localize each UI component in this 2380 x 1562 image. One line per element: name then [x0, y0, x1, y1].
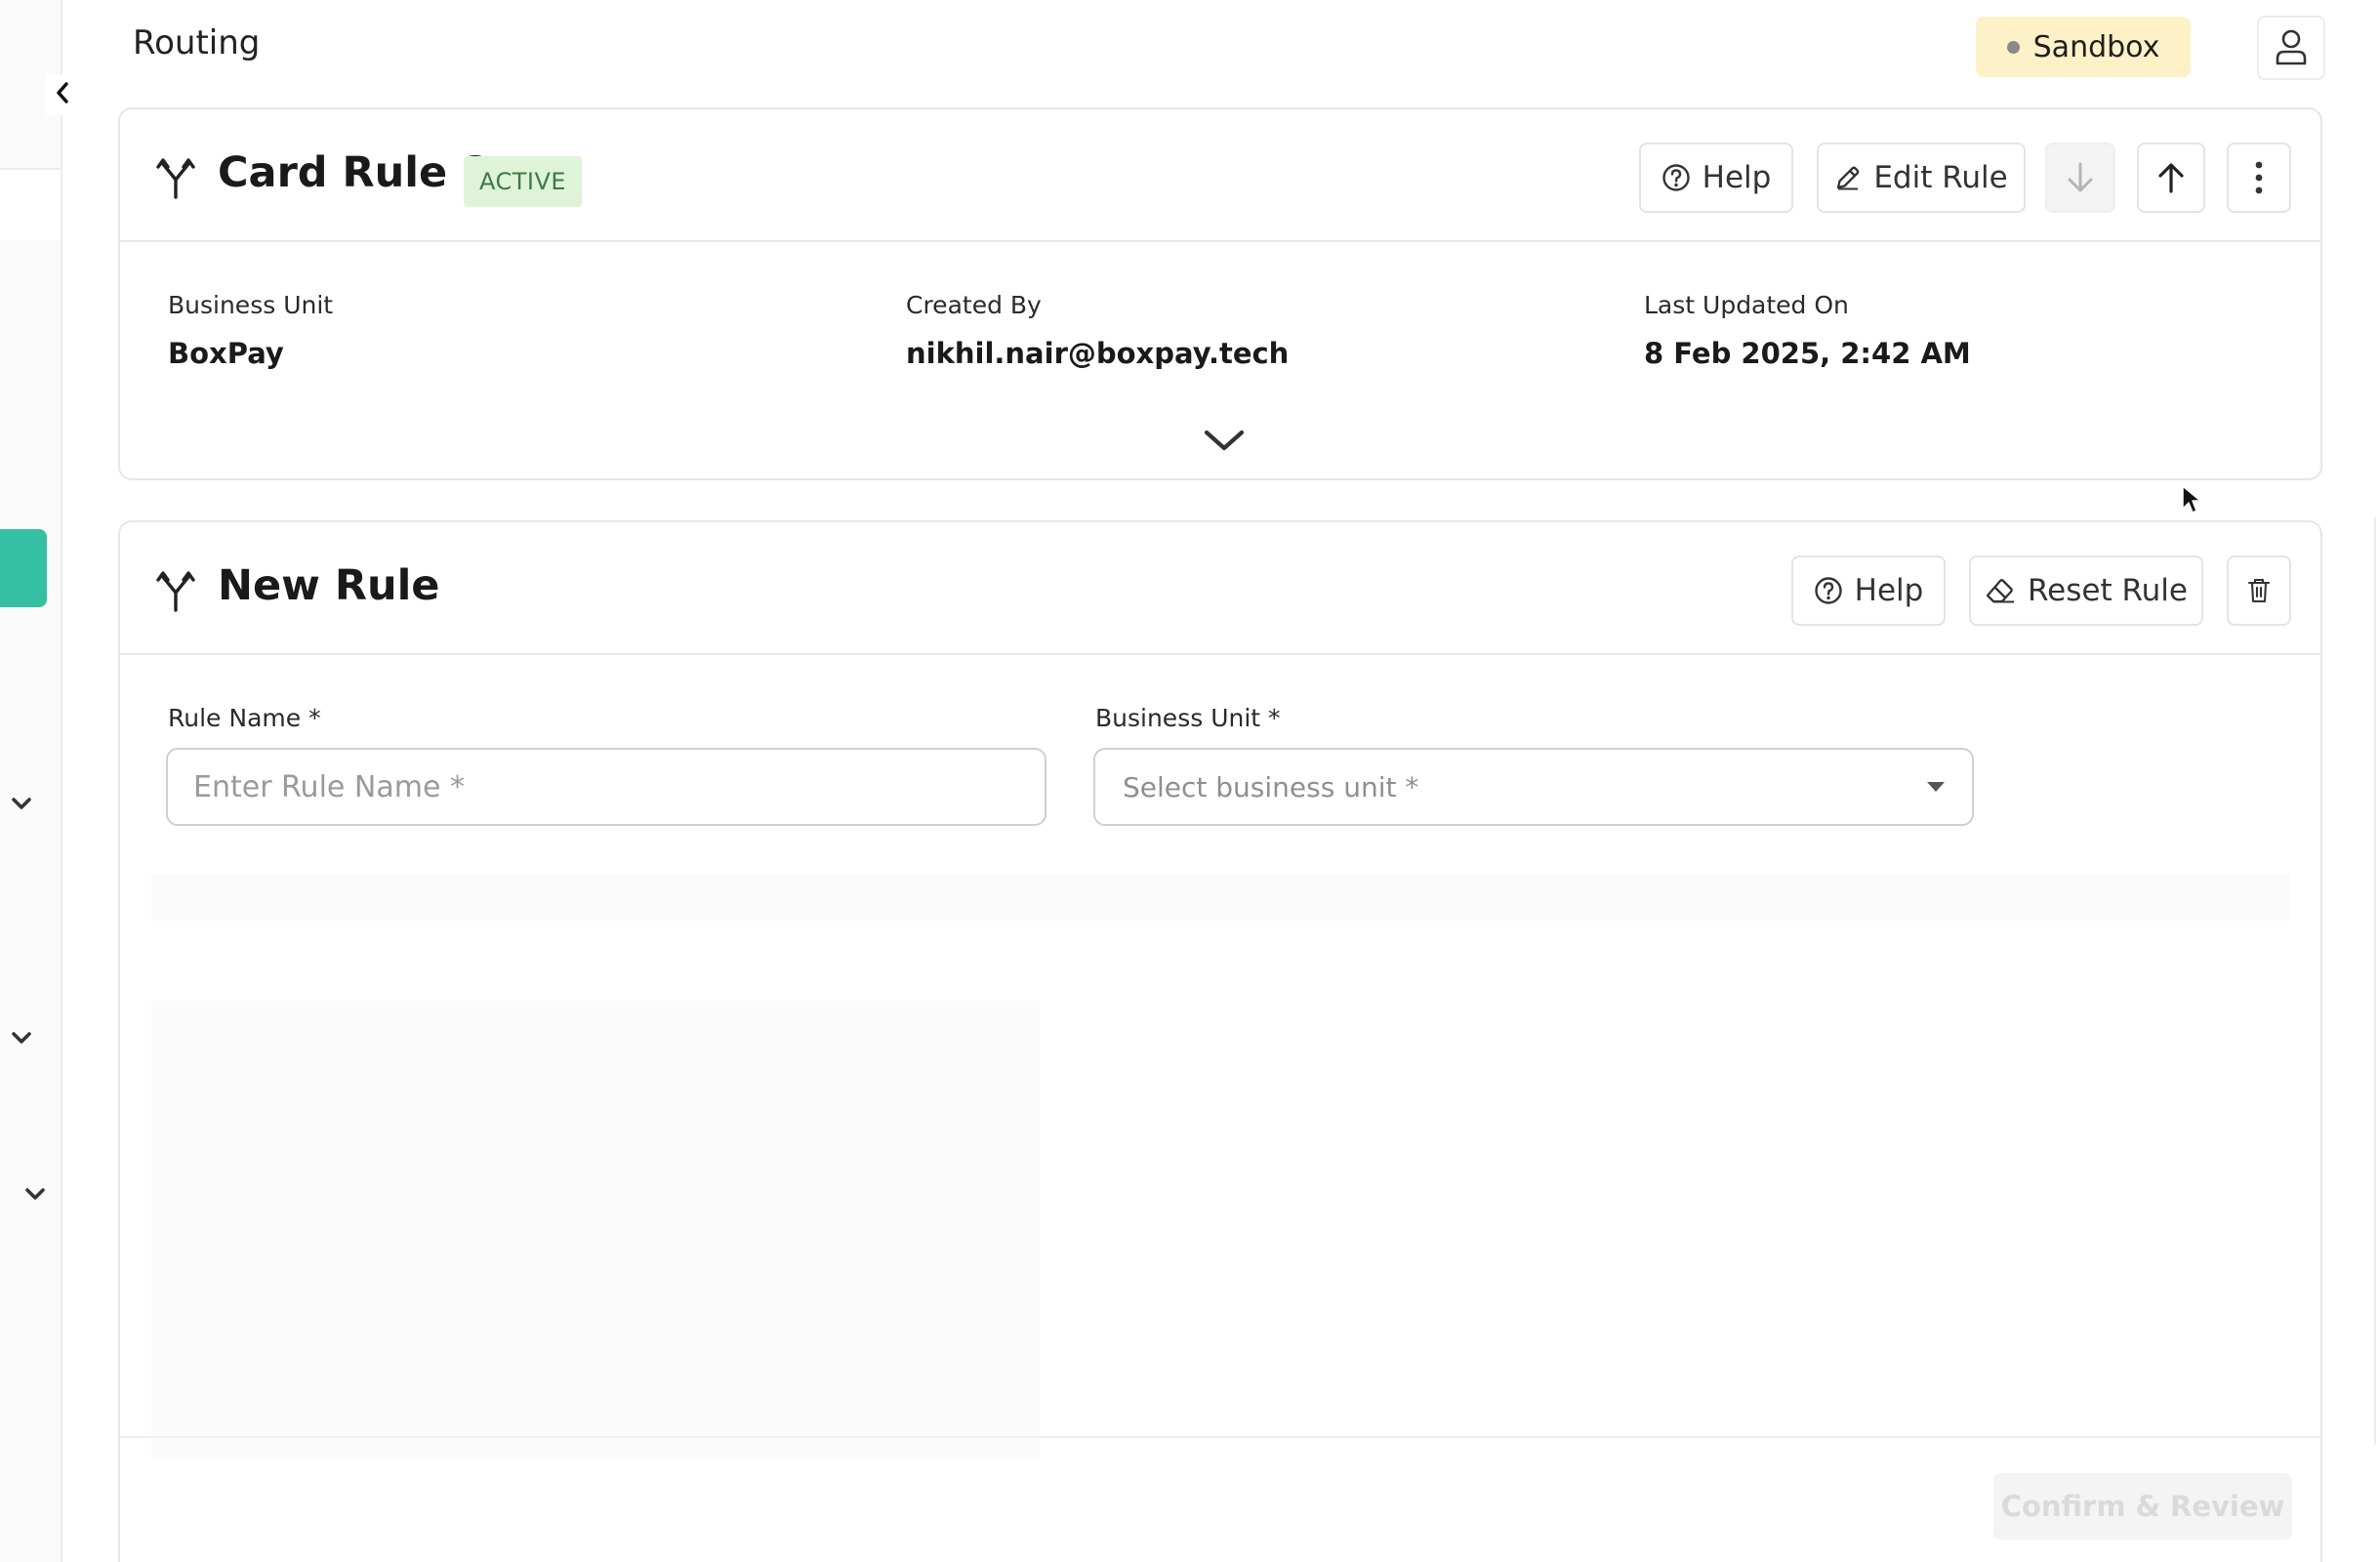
help-button[interactable]: Help — [1791, 555, 1946, 626]
meta-created-by-label: Created By — [906, 291, 1042, 319]
sidebar-collapse-button[interactable] — [45, 74, 80, 115]
question-circle-icon — [1662, 163, 1691, 192]
skeleton-block — [151, 1001, 1040, 1459]
chevron-down-icon — [1203, 428, 1246, 456]
user-profile-button[interactable] — [2257, 16, 2325, 80]
delete-rule-button[interactable] — [2227, 555, 2291, 626]
arrow-down-icon — [2066, 161, 2095, 194]
user-icon — [2275, 28, 2308, 68]
meta-created-by-value: nikhil.nair@boxpay.tech — [906, 337, 1290, 370]
arrow-up-icon — [2156, 161, 2186, 194]
footer-divider — [120, 1436, 2320, 1438]
edit-rule-button-label: Edit Rule — [1873, 160, 2008, 195]
rule-title: Card Rule 2 — [218, 148, 492, 197]
help-button[interactable]: Help — [1639, 143, 1793, 213]
sidebar-group-chevron-down-icon[interactable] — [9, 791, 34, 816]
sidebar-group-chevron-down-icon[interactable] — [22, 1181, 48, 1207]
environment-label: Sandbox — [2032, 29, 2160, 64]
confirm-review-button[interactable]: Confirm & Review — [1993, 1473, 2292, 1540]
eraser-icon — [1985, 577, 2016, 604]
rule-name-label: Rule Name * — [168, 704, 321, 732]
meta-business-unit-label: Business Unit — [168, 291, 334, 319]
rule-name-input[interactable] — [166, 748, 1046, 826]
scroll-edge — [2374, 517, 2376, 1445]
new-rule-header: New Rule Help Reset Rule — [120, 522, 2320, 655]
chevron-left-icon — [55, 81, 70, 108]
more-vertical-icon — [2254, 160, 2264, 195]
meta-business-unit-value: BoxPay — [168, 337, 284, 370]
new-rule-title: New Rule — [218, 561, 440, 610]
active-rule-card: Card Rule 2 ACTIVE Help Edit Rule Busine… — [118, 107, 2322, 480]
move-down-button[interactable] — [2045, 143, 2115, 213]
meta-last-updated-value: 8 Feb 2025, 2:42 AM — [1644, 337, 1971, 370]
expand-details-button[interactable] — [1202, 424, 1247, 459]
new-rule-card: New Rule Help Reset Rule Rule Name * Ent… — [118, 520, 2322, 1562]
sidebar — [0, 0, 62, 1562]
business-unit-select[interactable]: Select business unit * — [1093, 748, 1974, 826]
routing-page: Routing Sandbox Card Rule 2 ACTIVE Help — [0, 0, 2380, 1562]
move-up-button[interactable] — [2137, 143, 2205, 213]
routing-split-icon — [155, 156, 196, 199]
more-options-button[interactable] — [2227, 143, 2291, 213]
status-badge: ACTIVE — [464, 156, 583, 207]
question-circle-icon — [1814, 576, 1843, 605]
environment-dot-icon — [2006, 40, 2020, 54]
active-rule-header: Card Rule 2 ACTIVE Help Edit Rule — [120, 109, 2320, 242]
edit-rule-button[interactable]: Edit Rule — [1817, 143, 2026, 213]
environment-badge[interactable]: Sandbox — [1976, 17, 2191, 77]
mouse-cursor-icon — [2181, 484, 2202, 515]
caret-down-icon — [1927, 782, 1945, 792]
meta-last-updated-label: Last Updated On — [1644, 291, 1849, 319]
sidebar-band — [0, 170, 61, 240]
reset-rule-button-label: Reset Rule — [2028, 573, 2188, 608]
help-button-label: Help — [1854, 573, 1924, 608]
skeleton-block — [151, 874, 2289, 921]
help-button-label: Help — [1702, 160, 1772, 195]
pencil-icon — [1834, 164, 1862, 191]
loading-placeholder-area — [151, 874, 2289, 1459]
trash-icon — [2247, 577, 2271, 604]
page-title: Routing — [133, 23, 261, 62]
reset-rule-button[interactable]: Reset Rule — [1969, 555, 2203, 626]
business-unit-label: Business Unit * — [1095, 704, 1281, 732]
sidebar-group-chevron-down-icon[interactable] — [9, 1025, 34, 1050]
business-unit-placeholder: Select business unit * — [1123, 770, 1419, 803]
routing-split-icon — [155, 569, 196, 612]
sidebar-item-routing-active[interactable] — [0, 529, 47, 607]
